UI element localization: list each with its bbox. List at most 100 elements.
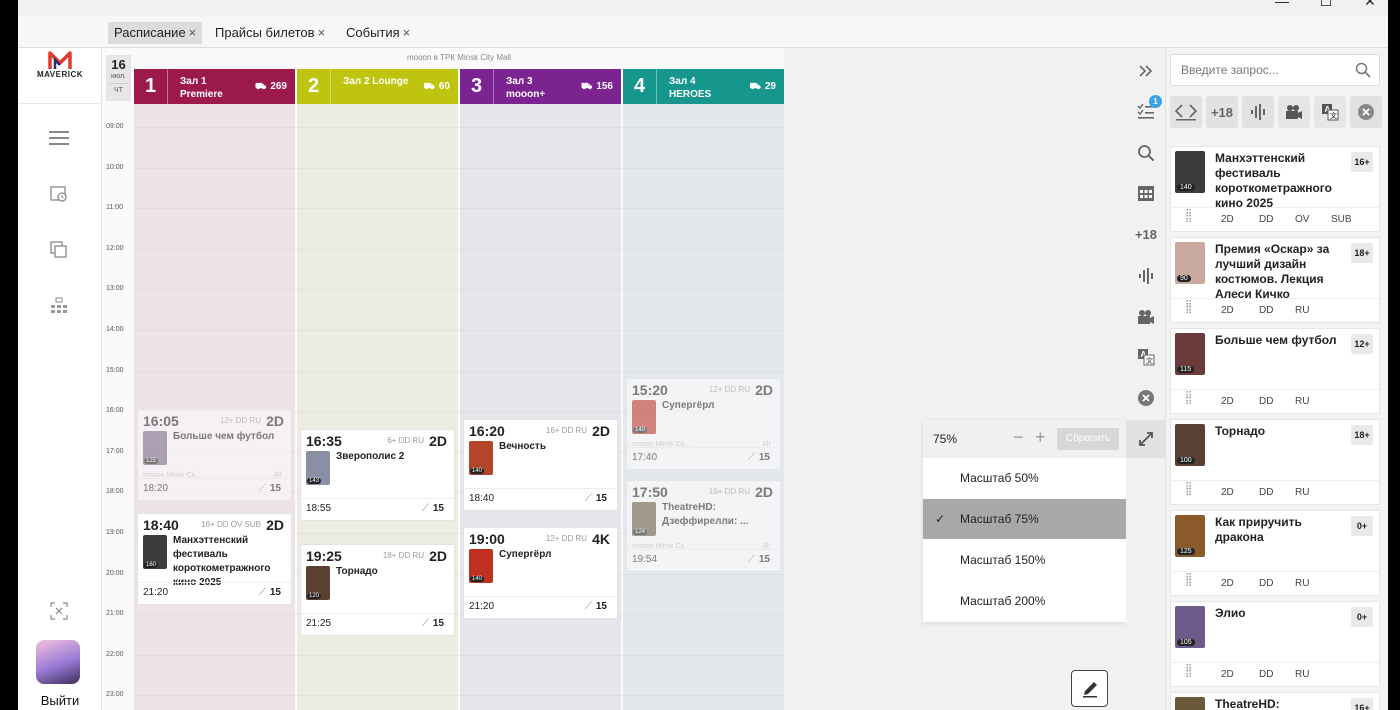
drag-handle-icon[interactable]: ⠿ ⠿ bbox=[1185, 665, 1192, 681]
movie-card[interactable]: TheatreHD: 16+ bbox=[1170, 692, 1380, 710]
logout-button[interactable]: Выйти bbox=[18, 693, 102, 708]
session-location: mooon Minsk Cit... bbox=[143, 471, 201, 479]
close-circle-icon[interactable] bbox=[1350, 96, 1382, 128]
hall-header[interactable]: 3 Зал 3 mooon+ ⛟ 156 bbox=[460, 69, 621, 104]
movie-poster: 115 bbox=[1175, 333, 1205, 375]
seats-icon: ⟋ bbox=[584, 492, 592, 504]
drag-handle-icon[interactable]: ⠿ ⠿ bbox=[1185, 210, 1192, 226]
search-icon[interactable] bbox=[1355, 62, 1371, 78]
session-card[interactable]: 15:20 12+ DD RU 2D 140 Супергёрл mooon Minsk … bbox=[626, 378, 781, 471]
session-card[interactable]: 19:25 18+ DD RU 2D 120 Торнадо 21:25 ⟋ 15 bbox=[300, 543, 455, 636]
zoom-out-button[interactable]: − bbox=[1013, 427, 1024, 448]
drag-handle-icon[interactable]: ⠿ ⠿ bbox=[1185, 301, 1192, 317]
movie-card[interactable]: 105 Элио 0+ ⠿ ⠿ 2D DD RU bbox=[1170, 601, 1380, 687]
hall-capacity: ⛟ 156 bbox=[581, 81, 613, 93]
movie-rating: 90 bbox=[1177, 275, 1191, 282]
camera-icon[interactable] bbox=[1133, 304, 1159, 330]
format-tag: 2D bbox=[1221, 669, 1234, 680]
movie-card[interactable]: 90 Премия «Оскар» за лучший дизайн костюм… bbox=[1170, 237, 1380, 323]
avatar[interactable] bbox=[36, 640, 80, 684]
close-window-icon[interactable]: ✕ bbox=[1362, 0, 1378, 10]
tab-ticket-prices[interactable]: Прайсы билетов × bbox=[209, 22, 331, 44]
collapse-icon[interactable] bbox=[46, 598, 72, 624]
schedule-clock-icon[interactable] bbox=[46, 181, 72, 207]
maximize-icon[interactable]: ☐ bbox=[1318, 0, 1334, 10]
zoom-option-50[interactable]: Масштаб 50% bbox=[923, 458, 1126, 498]
movie-card[interactable]: 115 Больше чем футбол 12+ ⠿ ⠿ 2D DD RU bbox=[1170, 328, 1380, 414]
seat-icon: ⛟ bbox=[254, 81, 267, 91]
drag-handle-icon[interactable]: ⠿ ⠿ bbox=[1185, 483, 1192, 499]
translate-icon[interactable]: A文 bbox=[1133, 344, 1159, 370]
movie-card[interactable]: 100 Торнадо 18+ ⠿ ⠿ 2D DD RU bbox=[1170, 419, 1380, 505]
poster-thumbnail: 140 bbox=[632, 400, 656, 435]
age-filter[interactable]: +18 bbox=[1133, 221, 1159, 247]
movie-title: TheatreHD: bbox=[1215, 697, 1280, 710]
zoom-option-200[interactable]: Масштаб 200% bbox=[923, 581, 1126, 621]
tab-schedule[interactable]: Расписание × bbox=[108, 22, 203, 44]
time-label: 16:00 bbox=[106, 407, 124, 415]
clear-filters-icon[interactable] bbox=[1133, 385, 1159, 411]
hour-gridline bbox=[134, 127, 784, 128]
logo[interactable]: MAVERICK bbox=[18, 48, 102, 104]
camera-icon[interactable] bbox=[1278, 96, 1310, 128]
card-divider bbox=[464, 487, 617, 489]
session-card[interactable]: 16:35 6+ DD RU 2D 143 Зверополис 2 18:55 ⟋ 15 bbox=[300, 428, 455, 521]
hall-header[interactable]: 4 Зал 4 HEROES ⛟ 29 bbox=[623, 69, 784, 104]
session-card[interactable]: 18:40 16+ DD OV SUB 2D 160 Манхэттенский фес… bbox=[137, 513, 292, 606]
audio-icon[interactable] bbox=[1242, 96, 1274, 128]
session-end-time: 18:55 bbox=[306, 502, 332, 514]
zoom-controls: 75% − + Сбросить bbox=[923, 420, 1126, 458]
seats-value: 15 bbox=[758, 553, 770, 565]
session-start-time: 17:50 bbox=[632, 483, 668, 500]
close-tab-icon[interactable]: × bbox=[189, 25, 197, 40]
hall-capacity: ⛟ 29 bbox=[750, 81, 776, 93]
search-input[interactable] bbox=[1181, 63, 1351, 77]
session-end-time: 19:54 bbox=[632, 553, 658, 565]
tab-events[interactable]: События × bbox=[340, 22, 416, 44]
session-seats: ⟋ 15 bbox=[422, 618, 444, 629]
zoom-option-75[interactable]: ✓ Масштаб 75% bbox=[923, 499, 1126, 539]
hall-number: 4 bbox=[623, 69, 657, 104]
expand-panel-icon[interactable] bbox=[1133, 58, 1159, 84]
session-meta: 16+ DD RU bbox=[545, 425, 587, 435]
time-label: 09:00 bbox=[106, 123, 124, 130]
movie-card[interactable]: 125 Как приручить дракона 0+ ⠿ ⠿ 2D DD RU bbox=[1170, 510, 1380, 596]
calendar-icon[interactable] bbox=[1133, 180, 1159, 206]
fullscreen-button[interactable] bbox=[1126, 420, 1166, 458]
poster-thumbnail: 120 bbox=[306, 565, 330, 600]
hall-seats-icon[interactable] bbox=[46, 293, 72, 319]
movie-card[interactable]: 140 Манхэттенский фестиваль короткометраж… bbox=[1170, 146, 1380, 232]
hall-header[interactable]: 1 Зал 1 Premiere ⛟ 269 bbox=[134, 69, 295, 104]
translate-icon[interactable]: A文 bbox=[1314, 96, 1346, 128]
session-card[interactable]: 16:20 16+ DD RU 2D 140 Вечность 18:40 ⟋ 15 bbox=[463, 418, 618, 511]
hall-header[interactable]: 2 Зал 2 Lounge ⛟ 60 bbox=[297, 69, 458, 104]
zoom-in-button[interactable]: + bbox=[1035, 427, 1046, 448]
age-18-filter-button[interactable]: +18 bbox=[1206, 96, 1238, 128]
hall-name: Зал 2 Lounge bbox=[343, 75, 408, 88]
copy-icon[interactable] bbox=[46, 237, 72, 263]
tab-label: Расписание bbox=[114, 25, 186, 40]
hall-column bbox=[460, 104, 621, 710]
checklist-icon[interactable]: 1 bbox=[1133, 95, 1162, 124]
session-card[interactable]: 19:00 12+ DD RU 4K 140 Супергёрл 21:20 ⟋ 15 bbox=[463, 527, 618, 619]
menu-icon[interactable] bbox=[46, 125, 72, 151]
edit-button[interactable] bbox=[1071, 670, 1108, 707]
session-card[interactable]: 17:50 16+ DD RU 2D 124 TheatreHD: Дзеффирелл… bbox=[626, 479, 781, 572]
session-card[interactable]: 16:05 12+ DD RU 2D 125 Больше чем футбол mooo… bbox=[137, 408, 292, 501]
code-icon[interactable] bbox=[1170, 96, 1202, 128]
zoom-option-150[interactable]: Масштаб 150% bbox=[923, 540, 1126, 580]
zoom-reset-button[interactable]: Сбросить bbox=[1057, 428, 1119, 450]
minimize-icon[interactable]: — bbox=[1274, 0, 1290, 10]
drag-handle-icon[interactable]: ⠿ ⠿ bbox=[1185, 574, 1192, 590]
zoom-option-label: Масштаб 75% bbox=[960, 512, 1039, 526]
drag-handle-icon[interactable]: ⠿ ⠿ bbox=[1185, 392, 1192, 408]
capacity-value: 156 bbox=[596, 81, 613, 92]
card-divider bbox=[138, 582, 291, 584]
close-tab-icon[interactable]: × bbox=[403, 25, 411, 40]
close-tab-icon[interactable]: × bbox=[318, 25, 326, 40]
format-tag: 2D bbox=[1221, 487, 1234, 498]
audio-icon[interactable] bbox=[1133, 263, 1159, 289]
poster-rating: 125 bbox=[144, 457, 159, 464]
svg-text:文: 文 bbox=[1146, 356, 1154, 365]
search-icon[interactable] bbox=[1133, 140, 1159, 166]
